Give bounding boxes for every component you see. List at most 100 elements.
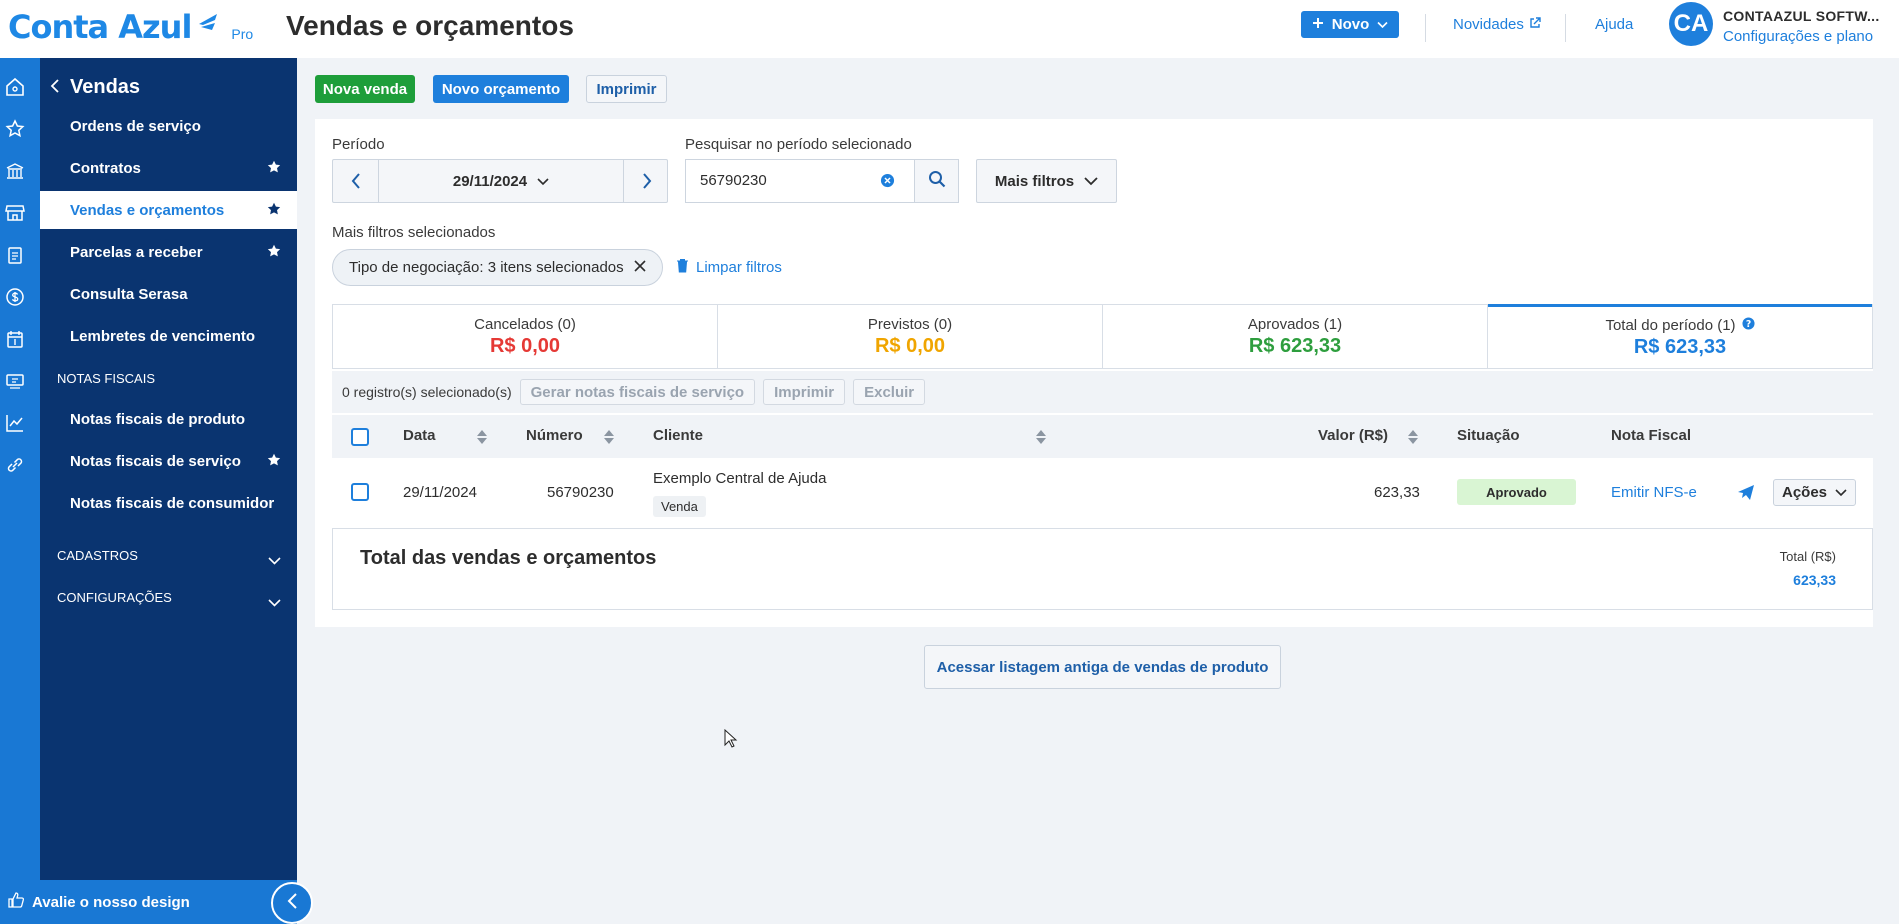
config-plan-link[interactable]: Configurações e plano bbox=[1723, 28, 1873, 45]
col-nota-fiscal: Nota Fiscal bbox=[1611, 427, 1692, 444]
star-icon[interactable] bbox=[4, 118, 26, 140]
clear-search-icon[interactable] bbox=[880, 173, 895, 192]
sort-icon[interactable] bbox=[1035, 429, 1047, 449]
mais-filtros-button[interactable]: Mais filtros bbox=[976, 159, 1117, 203]
limpar-filtros-link[interactable]: Limpar filtros bbox=[676, 258, 782, 277]
sidebar-item-vendas-orcamentos[interactable]: Vendas e orçamentos bbox=[40, 191, 297, 229]
help-icon[interactable]: ? bbox=[1741, 316, 1755, 334]
total-card: Total das vendas e orçamentos Total (R$)… bbox=[332, 528, 1873, 610]
periodo-label: Período bbox=[332, 136, 385, 153]
row-checkbox[interactable] bbox=[351, 483, 369, 501]
period-dropdown[interactable]: 29/11/2024 bbox=[378, 160, 624, 202]
logo-text: Conta Azul bbox=[8, 8, 192, 46]
logo[interactable]: Conta Azul Pro bbox=[8, 8, 253, 46]
summary-aprovados[interactable]: Aprovados (1) R$ 623,33 bbox=[1103, 305, 1488, 368]
store-icon[interactable] bbox=[4, 202, 26, 224]
novo-button[interactable]: Novo bbox=[1301, 11, 1399, 38]
bank-icon[interactable] bbox=[4, 160, 26, 182]
sidebar-item-label: Notas fiscais de serviço bbox=[70, 452, 241, 470]
icon-rail bbox=[0, 58, 40, 924]
register-icon[interactable] bbox=[4, 370, 26, 392]
sidebar-item-label: Contratos bbox=[70, 159, 141, 177]
col-data[interactable]: Data bbox=[403, 427, 436, 444]
col-numero[interactable]: Número bbox=[526, 427, 583, 444]
acoes-label: Ações bbox=[1781, 484, 1828, 501]
top-bar: Conta Azul Pro Vendas e orçamentos Novo … bbox=[0, 0, 1899, 58]
table-row[interactable]: 29/11/2024 56790230 Exemplo Central de A… bbox=[332, 458, 1873, 528]
total-label: Total (R$) bbox=[1779, 549, 1836, 564]
acoes-dropdown[interactable]: Ações bbox=[1773, 479, 1856, 506]
novidades-link[interactable]: Novidades bbox=[1453, 16, 1541, 33]
sidebar-item-label: Lembretes de vencimento bbox=[70, 327, 256, 345]
gerar-nfs-button[interactable]: Gerar notas fiscais de serviço bbox=[519, 379, 756, 405]
filter-chip[interactable]: Tipo de negociação: 3 itens selecionados bbox=[332, 249, 663, 286]
prev-period-button[interactable] bbox=[333, 160, 378, 202]
sidebar-item-label: Notas fiscais de consumidor bbox=[70, 494, 275, 512]
nova-venda-button[interactable]: Nova venda bbox=[315, 75, 415, 103]
sort-icon[interactable] bbox=[1407, 429, 1419, 449]
period-selector: 29/11/2024 bbox=[332, 159, 668, 203]
collapse-sidebar-button[interactable] bbox=[271, 882, 313, 924]
novo-orcamento-button[interactable]: Novo orçamento bbox=[433, 75, 569, 103]
summary-value: R$ 0,00 bbox=[874, 334, 946, 357]
favorite-star-icon[interactable] bbox=[267, 160, 281, 178]
ajuda-link[interactable]: Ajuda bbox=[1595, 16, 1633, 33]
col-cliente[interactable]: Cliente bbox=[653, 427, 703, 444]
bulk-excluir-button[interactable]: Excluir bbox=[853, 379, 926, 405]
summary-value: R$ 0,00 bbox=[489, 334, 561, 357]
summary-previstos[interactable]: Previstos (0) R$ 0,00 bbox=[718, 305, 1103, 368]
novidades-label: Novidades bbox=[1453, 16, 1524, 33]
col-valor[interactable]: Valor (R$) bbox=[1318, 427, 1388, 444]
table-header: Data Número Cliente Valor (R$) Situação … bbox=[332, 415, 1873, 458]
calendar-money-icon[interactable] bbox=[4, 328, 26, 350]
search-button[interactable] bbox=[914, 159, 959, 203]
send-icon[interactable] bbox=[1737, 484, 1755, 505]
select-all-checkbox[interactable] bbox=[351, 428, 369, 446]
period-value: 29/11/2024 bbox=[452, 172, 528, 190]
home-icon[interactable] bbox=[4, 76, 26, 98]
summary-total[interactable]: Total do período (1) ? R$ 623,33 bbox=[1488, 304, 1872, 368]
section-cadastros[interactable]: CADASTROS bbox=[57, 548, 138, 563]
chevron-left-icon bbox=[351, 173, 360, 189]
chart-icon[interactable] bbox=[4, 412, 26, 434]
summary-cancelados[interactable]: Cancelados (0) R$ 0,00 bbox=[333, 305, 718, 368]
sidebar-back[interactable]: Vendas bbox=[50, 76, 140, 99]
sidebar-item-parcelas[interactable]: Parcelas a receber bbox=[40, 233, 297, 271]
chevron-left-icon bbox=[287, 893, 298, 913]
favorite-star-icon[interactable] bbox=[267, 244, 281, 262]
divider bbox=[1565, 14, 1566, 42]
external-link-icon bbox=[1529, 16, 1541, 33]
cell-cliente[interactable]: Exemplo Central de Ajuda bbox=[653, 470, 826, 487]
favorite-star-icon[interactable] bbox=[267, 202, 281, 220]
feedback-button[interactable]: Avalie o nosso design bbox=[0, 880, 297, 924]
search-input[interactable] bbox=[700, 172, 870, 189]
sort-icon[interactable] bbox=[603, 429, 615, 449]
trash-icon bbox=[676, 258, 689, 277]
chevron-down-icon[interactable] bbox=[268, 594, 281, 611]
link-icon[interactable] bbox=[4, 454, 26, 476]
bulk-imprimir-button[interactable]: Imprimir bbox=[763, 379, 846, 405]
next-period-button[interactable] bbox=[624, 160, 669, 202]
sidebar-item-nf-servico[interactable]: Notas fiscais de serviço bbox=[40, 442, 297, 480]
close-icon[interactable] bbox=[634, 259, 646, 276]
sidebar-item-contratos[interactable]: Contratos bbox=[40, 149, 297, 187]
emitir-nfse-link[interactable]: Emitir NFS-e bbox=[1611, 484, 1697, 501]
sort-icon[interactable] bbox=[476, 429, 488, 449]
chevron-down-icon[interactable] bbox=[268, 552, 281, 569]
old-list-button[interactable]: Acessar listagem antiga de vendas de pro… bbox=[924, 645, 1281, 689]
total-value: 623,33 bbox=[1793, 572, 1836, 588]
sidebar-item-serasa[interactable]: Consulta Serasa bbox=[40, 275, 297, 313]
favorite-star-icon[interactable] bbox=[267, 453, 281, 471]
clipboard-icon[interactable] bbox=[4, 244, 26, 266]
section-configuracoes[interactable]: CONFIGURAÇÕES bbox=[57, 590, 172, 605]
summary-label: Total do período (1) bbox=[1605, 316, 1736, 334]
avatar[interactable]: CA bbox=[1669, 2, 1713, 46]
logo-mark-icon bbox=[195, 12, 221, 38]
sidebar-item-lembretes[interactable]: Lembretes de vencimento bbox=[40, 317, 297, 355]
sidebar-item-nf-produto[interactable]: Notas fiscais de produto bbox=[40, 400, 297, 438]
money-icon[interactable] bbox=[4, 286, 26, 308]
sidebar-item-ordens[interactable]: Ordens de serviço bbox=[40, 107, 297, 145]
imprimir-button[interactable]: Imprimir bbox=[586, 75, 667, 103]
sidebar-item-nf-consumidor[interactable]: Notas fiscais de consumidor bbox=[40, 484, 297, 522]
summary-value: R$ 623,33 bbox=[1248, 334, 1342, 357]
